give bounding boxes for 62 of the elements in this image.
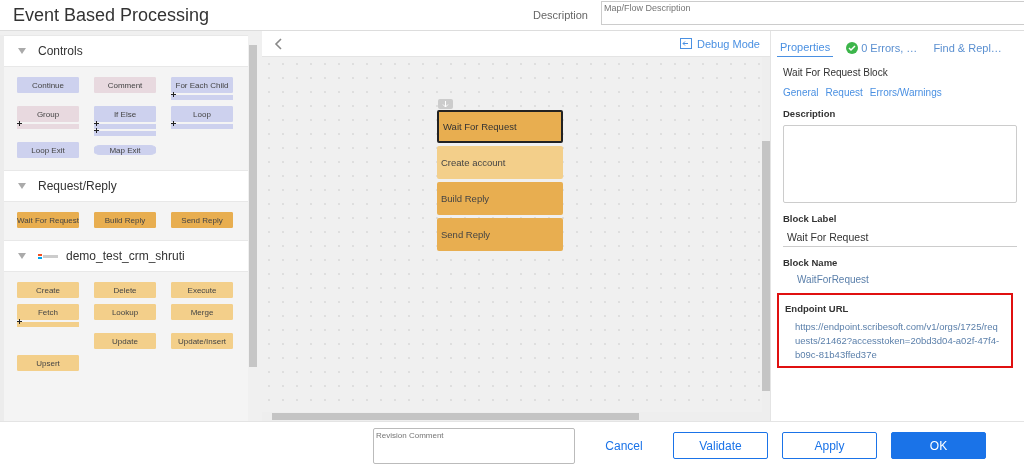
field-label: Description: [783, 108, 837, 119]
flow-block[interactable]: Send Reply: [437, 218, 563, 251]
debug-mode-link[interactable]: Debug Mode: [680, 37, 760, 50]
palette-block[interactable]: Create: [17, 282, 79, 298]
block-name-value: WaitForRequest: [797, 274, 870, 285]
logo-icon: [38, 253, 58, 259]
palette-block[interactable]: Execute: [171, 282, 233, 298]
page-title: Event Based Processing: [13, 4, 211, 26]
block-title: Wait For Request Block: [783, 67, 889, 78]
palette-block[interactable]: Group: [17, 106, 79, 122]
flow-block[interactable]: Create account: [437, 146, 563, 179]
palette-block[interactable]: Lookup: [94, 304, 156, 320]
scrollbar[interactable]: [248, 35, 258, 421]
palette-block[interactable]: Loop Exit: [17, 142, 79, 158]
palette-block[interactable]: Update: [94, 333, 156, 349]
cancel-link[interactable]: Cancel: [589, 432, 659, 459]
palette-block[interactable]: Send Reply: [171, 212, 233, 228]
download-icon[interactable]: [438, 99, 453, 109]
action-button[interactable]: Validate: [673, 432, 768, 459]
scrollbar[interactable]: [262, 412, 770, 421]
field-label: Endpoint URL: [785, 303, 850, 314]
endpoint-url: https://endpoint.scribesoft.com/v1/orgs/1725/requests/21462?accesstoken=20bd3d04-a02f-47f4-b09c-81b43ffed37e: [795, 320, 1001, 362]
palette-block[interactable]: For Each Child: [171, 77, 233, 93]
plus-icon: [171, 121, 176, 126]
field-label: Block Name: [783, 257, 839, 268]
panel-tab[interactable]: 0 Errors, …: [843, 37, 921, 57]
description-field[interactable]: [783, 125, 1017, 203]
plus-icon: [17, 121, 22, 126]
revision-comment-field[interactable]: Revision Comment: [373, 427, 575, 464]
palette-block[interactable]: Loop: [171, 106, 233, 122]
palette-block[interactable]: Map Exit: [94, 145, 156, 155]
section-title: demo_test_crm_shruti: [66, 249, 185, 263]
debug-icon: [680, 38, 692, 49]
palette-block[interactable]: Merge: [171, 304, 233, 320]
palette-block[interactable]: Comment: [94, 77, 156, 93]
palette-block[interactable]: Update/Insert: [171, 333, 233, 349]
panel-tab[interactable]: Find & Repl…: [930, 37, 1005, 57]
action-button[interactable]: OK: [891, 432, 986, 459]
action-button[interactable]: Apply: [782, 432, 877, 459]
palette-block[interactable]: If Else: [94, 106, 156, 122]
flow-block[interactable]: Wait For Request: [437, 110, 563, 143]
palette-block[interactable]: Fetch: [17, 304, 79, 320]
description-field[interactable]: Map/Flow Description: [601, 1, 1024, 25]
palette-block[interactable]: Delete: [94, 282, 156, 298]
section-link[interactable]: General: [783, 87, 819, 98]
plus-icon: [94, 128, 99, 133]
flow-block[interactable]: Build Reply: [437, 182, 563, 215]
scrollbar[interactable]: [762, 57, 770, 412]
plus-icon: [17, 319, 22, 324]
field-label: Description: [532, 9, 588, 21]
plus-icon: [94, 121, 99, 126]
section-title: Request/Reply: [38, 179, 117, 193]
field-label: Block Label: [783, 213, 838, 224]
palette-block[interactable]: Build Reply: [94, 212, 156, 228]
plus-icon: [171, 92, 176, 97]
palette-block[interactable]: Wait For Request: [17, 212, 79, 228]
section-title: Controls: [38, 44, 83, 58]
collapse-arrow-icon[interactable]: [18, 253, 26, 259]
collapse-arrow-icon[interactable]: [18, 183, 26, 189]
palette-block[interactable]: Upsert: [17, 355, 79, 371]
palette-block[interactable]: Continue: [17, 77, 79, 93]
collapse-arrow-icon[interactable]: [18, 48, 26, 54]
